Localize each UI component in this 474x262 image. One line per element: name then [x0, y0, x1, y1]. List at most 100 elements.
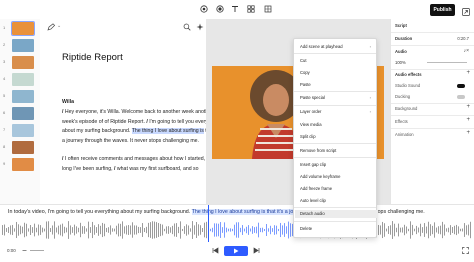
volume-slider[interactable] [427, 62, 467, 63]
scene-thumbnail[interactable]: 9 [0, 157, 40, 172]
script-paragraph[interactable]: / I often receive comments and messages … [62, 155, 222, 174]
waveform-bar [206, 221, 207, 239]
record-icon[interactable] [199, 4, 209, 14]
waveform-bar [434, 222, 435, 238]
scene-thumbnail[interactable]: 7 [0, 123, 40, 138]
waveform-bar [12, 224, 13, 236]
menu-divider [294, 143, 376, 144]
record-dot-icon[interactable] [215, 4, 225, 14]
scene-thumbnail[interactable]: 5 [0, 89, 40, 104]
scene-number: 1 [3, 25, 6, 30]
speaker-label[interactable]: Willa [62, 99, 74, 105]
menu-item-insert-gap-clip[interactable]: Insert gap clip [300, 162, 326, 167]
waveform-bar [20, 225, 21, 235]
menu-item-split-clip[interactable]: Split clip [300, 134, 316, 139]
waveform-bar [72, 227, 73, 233]
fullscreen-icon[interactable] [462, 247, 469, 254]
add-effects-icon[interactable]: + [466, 117, 470, 123]
menu-item-cut[interactable]: Cut [300, 58, 307, 63]
add-background-icon[interactable]: + [466, 104, 470, 110]
waveform-bar [288, 221, 289, 239]
scene-number: 4 [3, 76, 6, 81]
scene-thumbnail[interactable]: 1 [0, 21, 40, 36]
waveform-bar [396, 227, 397, 233]
next-icon[interactable] [253, 247, 260, 254]
ducking-toggle[interactable] [457, 95, 465, 99]
sparkle-icon[interactable] [196, 23, 204, 31]
audio-waveform[interactable] [0, 219, 474, 241]
waveform-bar [106, 227, 107, 233]
shapes-icon[interactable] [246, 4, 256, 14]
highlighted-sentence[interactable]: The thing I love about surfing is [131, 128, 204, 135]
studio-sound-toggle[interactable] [457, 84, 465, 88]
waveform-bar [138, 226, 139, 234]
playhead[interactable] [208, 205, 209, 242]
add-animation-icon[interactable]: + [466, 130, 470, 136]
previous-icon[interactable] [212, 247, 219, 254]
menu-item-add-volume-keyframe[interactable]: Add volume keyframe [300, 174, 341, 179]
timeline: In today's video, I'm going to tell you … [0, 204, 474, 262]
mute-icon[interactable]: ♪× [464, 48, 469, 54]
timeline-clip-text[interactable]: In today's video, I'm going to tell you … [8, 209, 190, 215]
script-body[interactable]: / Hey everyone, it's Willa. Welcome back… [62, 108, 222, 182]
waveform-bar [78, 227, 79, 233]
menu-item-paste[interactable]: Paste [300, 82, 311, 87]
waveform-bar [464, 223, 465, 237]
waveform-bar [168, 226, 169, 234]
menu-item-layer-order[interactable]: Layer order [300, 109, 321, 114]
chevron-down-icon[interactable]: ⌄ [57, 23, 61, 29]
menu-item-delete[interactable]: Delete [300, 226, 312, 231]
scene-thumbnail[interactable]: 4 [0, 72, 40, 87]
waveform-bar [246, 226, 247, 234]
menu-item-auto-level-clip[interactable]: Auto level clip [300, 198, 326, 203]
divider [391, 128, 474, 129]
menu-item-view-media[interactable]: View media [300, 122, 322, 127]
menu-item-add-freeze-frame[interactable]: Add freeze frame [300, 186, 332, 191]
scene-number: 8 [3, 144, 6, 149]
script-sentence[interactable]: what was my first surfboard, and so [117, 166, 199, 172]
scene-thumbnail[interactable]: 3 [0, 55, 40, 70]
duration-value[interactable]: 0:20.7 [457, 36, 469, 41]
scene-thumbnail[interactable]: 6 [0, 106, 40, 121]
waveform-bar [128, 225, 129, 235]
grid-icon[interactable] [263, 4, 273, 14]
search-icon[interactable] [183, 23, 191, 31]
publish-button[interactable]: Publish [430, 4, 455, 16]
waveform-bar [16, 221, 17, 239]
menu-item-detach-audio[interactable]: Detach audio [295, 210, 378, 218]
zoom-out-icon[interactable] [22, 248, 27, 253]
waveform-bar [44, 228, 45, 232]
scene-number: 2 [3, 42, 6, 47]
add-effect-icon[interactable]: + [466, 70, 470, 76]
volume-value[interactable]: 100% [395, 60, 406, 65]
menu-item-remove-from-script[interactable]: Remove from script [300, 148, 336, 153]
waveform-bar [276, 225, 277, 235]
waveform-bar [146, 226, 147, 234]
document-title[interactable]: Riptide Report [62, 52, 123, 63]
waveform-bar [28, 228, 29, 232]
scene-thumbnail[interactable]: 2 [0, 38, 40, 53]
play-icon [234, 248, 239, 254]
script-paragraph[interactable]: / Hey everyone, it's Willa. Welcome back… [62, 108, 222, 147]
menu-item-add-scene-at-playhead[interactable]: Add scene at playhead [300, 44, 343, 49]
waveform-bar [200, 225, 201, 235]
waveform-bar [42, 227, 43, 233]
waveform-bar [270, 225, 271, 235]
waveform-bar [406, 226, 407, 234]
waveform-bar [134, 225, 135, 235]
menu-item-copy[interactable]: Copy [300, 70, 310, 75]
pen-icon[interactable] [47, 23, 56, 31]
waveform-bar [70, 225, 71, 235]
scene-thumbnail[interactable]: 8 [0, 140, 40, 155]
play-button[interactable] [224, 246, 248, 256]
waveform-bar [212, 227, 213, 233]
timeline-transcript[interactable]: In today's video, I'm going to tell you … [8, 209, 468, 215]
share-icon[interactable] [461, 4, 471, 16]
zoom-slider[interactable] [30, 250, 44, 251]
script-editor[interactable]: ⌄ Riptide Report Willa / Hey everyone, i… [40, 19, 222, 204]
text-icon[interactable] [230, 4, 240, 14]
menu-item-paste-special[interactable]: Paste special [300, 95, 325, 100]
waveform-bar [228, 228, 229, 232]
waveform-bar [398, 223, 399, 237]
waveform-bar [192, 221, 193, 239]
